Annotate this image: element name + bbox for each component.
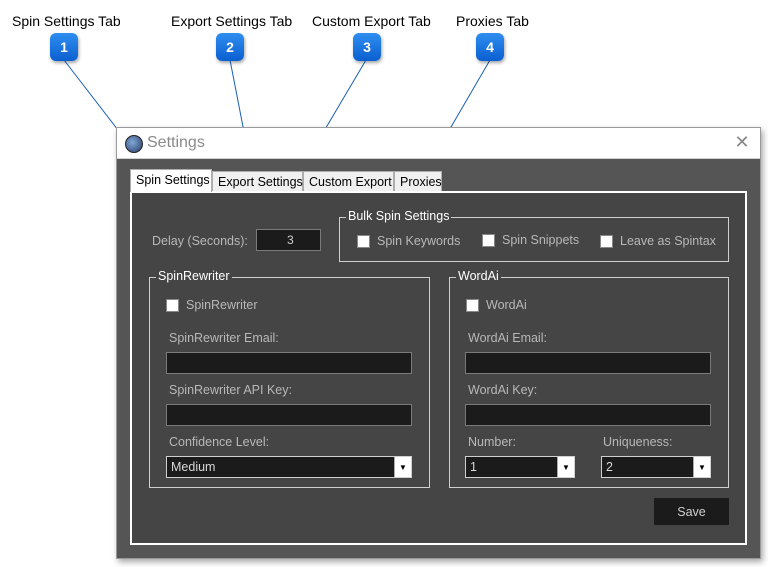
callout-badge-3: 3 <box>353 33 381 61</box>
spin-settings-panel: Delay (Seconds): 3 Bulk Spin Settings Sp… <box>130 191 747 545</box>
chevron-down-icon[interactable]: ▼ <box>394 457 411 477</box>
wordai-email-label: WordAi Email: <box>468 331 547 345</box>
spin-snippets-checkbox[interactable]: Spin Snippets <box>482 233 579 247</box>
spin-keywords-checkbox-box[interactable] <box>357 234 370 248</box>
leave-as-spintax-checkbox[interactable]: Leave as Spintax <box>600 234 716 248</box>
spin-snippets-checkbox-box[interactable] <box>482 233 495 247</box>
spinrewriter-group: SpinRewriter SpinRewriter SpinRewriter E… <box>149 269 430 488</box>
confidence-level-select[interactable]: Medium ▼ <box>166 456 412 478</box>
close-icon[interactable]: ✕ <box>732 132 752 152</box>
tab-export-settings[interactable]: Export Settings <box>212 171 303 191</box>
delay-label: Delay (Seconds): <box>152 234 248 248</box>
spinrewriter-group-title: SpinRewriter <box>156 269 232 283</box>
chevron-down-icon[interactable]: ▼ <box>693 457 710 477</box>
uniqueness-value: 2 <box>606 460 613 474</box>
callout-badge-4: 4 <box>476 33 504 61</box>
tab-proxies[interactable]: Proxies <box>394 171 442 191</box>
settings-window: Settings ✕ Spin Settings Export Settings… <box>116 127 761 559</box>
spinrewriter-checkbox[interactable]: SpinRewriter <box>166 298 258 312</box>
title-bar: Settings ✕ <box>117 128 760 159</box>
delay-value: 3 <box>287 233 294 247</box>
wordai-group-title: WordAi <box>456 269 501 283</box>
number-value: 1 <box>470 460 477 474</box>
save-button[interactable]: Save <box>654 498 729 525</box>
wordai-group: WordAi WordAi WordAi Email: WordAi Key: … <box>449 269 729 488</box>
callout-label-spin-settings: Spin Settings Tab <box>12 13 121 29</box>
wordai-key-field[interactable] <box>465 404 711 426</box>
spinrewriter-checkbox-box[interactable] <box>166 298 179 312</box>
wordai-checkbox-label: WordAi <box>486 298 527 312</box>
uniqueness-select[interactable]: 2 ▼ <box>601 456 711 478</box>
tab-custom-export[interactable]: Custom Export <box>303 171 394 191</box>
tab-spin-settings[interactable]: Spin Settings <box>130 169 212 192</box>
confidence-level-label: Confidence Level: <box>169 435 270 449</box>
callout-label-custom-export: Custom Export Tab <box>312 13 431 29</box>
number-select[interactable]: 1 ▼ <box>465 456 575 478</box>
wordai-checkbox-box[interactable] <box>466 298 479 312</box>
spin-keywords-label: Spin Keywords <box>377 234 461 248</box>
spinrewriter-email-field[interactable] <box>166 352 412 374</box>
uniqueness-label: Uniqueness: <box>603 435 673 449</box>
app-icon <box>125 135 143 153</box>
leave-as-spintax-checkbox-box[interactable] <box>600 234 613 248</box>
delay-input[interactable]: 3 <box>256 229 321 251</box>
callout-label-export-settings: Export Settings Tab <box>171 13 293 29</box>
bulk-spin-settings-group: Bulk Spin Settings Spin Keywords Spin Sn… <box>339 209 729 262</box>
wordai-email-field[interactable] <box>465 352 711 374</box>
spin-snippets-label: Spin Snippets <box>502 233 580 247</box>
chevron-down-icon[interactable]: ▼ <box>557 457 574 477</box>
leave-as-spintax-label: Leave as Spintax <box>620 234 716 248</box>
bulk-spin-settings-title: Bulk Spin Settings <box>346 209 452 223</box>
wordai-key-label: WordAi Key: <box>468 383 538 397</box>
spinrewriter-api-key-label: SpinRewriter API Key: <box>169 383 292 397</box>
number-label: Number: <box>468 435 516 449</box>
wordai-checkbox[interactable]: WordAi <box>466 298 527 312</box>
spinrewriter-api-key-field[interactable] <box>166 404 412 426</box>
spinrewriter-checkbox-label: SpinRewriter <box>186 298 258 312</box>
window-title: Settings <box>147 134 205 151</box>
spin-keywords-checkbox[interactable]: Spin Keywords <box>357 234 460 248</box>
callout-badge-1: 1 <box>50 33 78 61</box>
callout-label-proxies: Proxies Tab <box>456 13 529 29</box>
spinrewriter-email-label: SpinRewriter Email: <box>169 331 279 345</box>
confidence-level-value: Medium <box>171 460 216 474</box>
callout-badge-2: 2 <box>216 33 244 61</box>
